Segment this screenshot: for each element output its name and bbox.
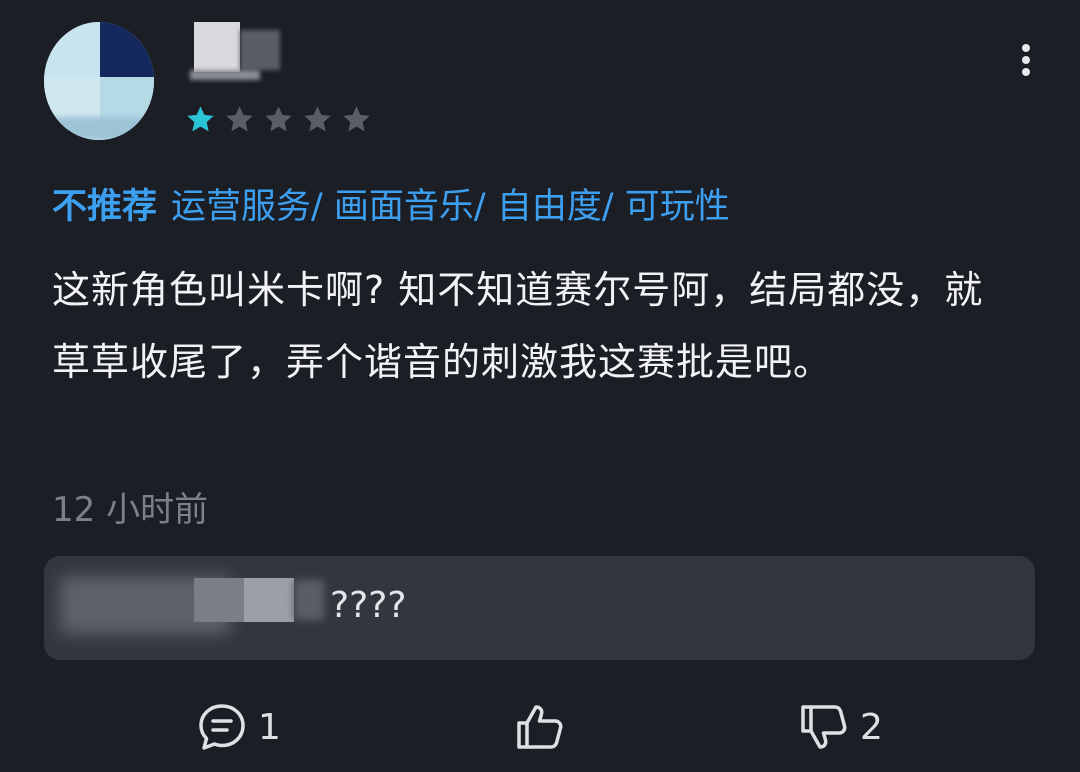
thumbs-up-icon <box>517 705 563 749</box>
comment-count: 1 <box>258 706 281 748</box>
reply-text: ???? <box>330 585 407 626</box>
more-vertical-icon[interactable] <box>1012 40 1040 80</box>
star-empty-icon <box>343 106 370 132</box>
star-empty-icon <box>304 106 331 132</box>
rating-stars <box>185 104 372 135</box>
review-content: 这新角色叫米卡啊? 知不知道赛尔号阿，结局都没，就草草收尾了，弄个谐音的刺激我这… <box>52 268 984 384</box>
username-obscured[interactable] <box>190 22 290 80</box>
star-empty-icon <box>226 106 253 132</box>
dislike-count: 2 <box>860 706 883 748</box>
star-empty-icon <box>265 106 292 132</box>
avatar[interactable] <box>44 22 154 140</box>
review-tags: 不推荐 运营服务/ 画面音乐/ 自由度/ 可玩性 <box>52 184 730 230</box>
comment-button[interactable]: 1 <box>196 700 281 754</box>
reply-preview[interactable]: ???? <box>44 556 1035 660</box>
thumbs-down-icon <box>801 705 847 749</box>
star-filled-icon <box>187 106 214 132</box>
review-time: 12 小时前 <box>52 490 209 530</box>
verdict-label: 不推荐 <box>52 187 158 227</box>
like-button[interactable] <box>514 700 576 754</box>
dislike-button[interactable]: 2 <box>798 700 883 754</box>
tag-list: 运营服务/ 画面音乐/ 自由度/ 可玩性 <box>171 187 730 227</box>
comment-icon <box>199 704 245 750</box>
